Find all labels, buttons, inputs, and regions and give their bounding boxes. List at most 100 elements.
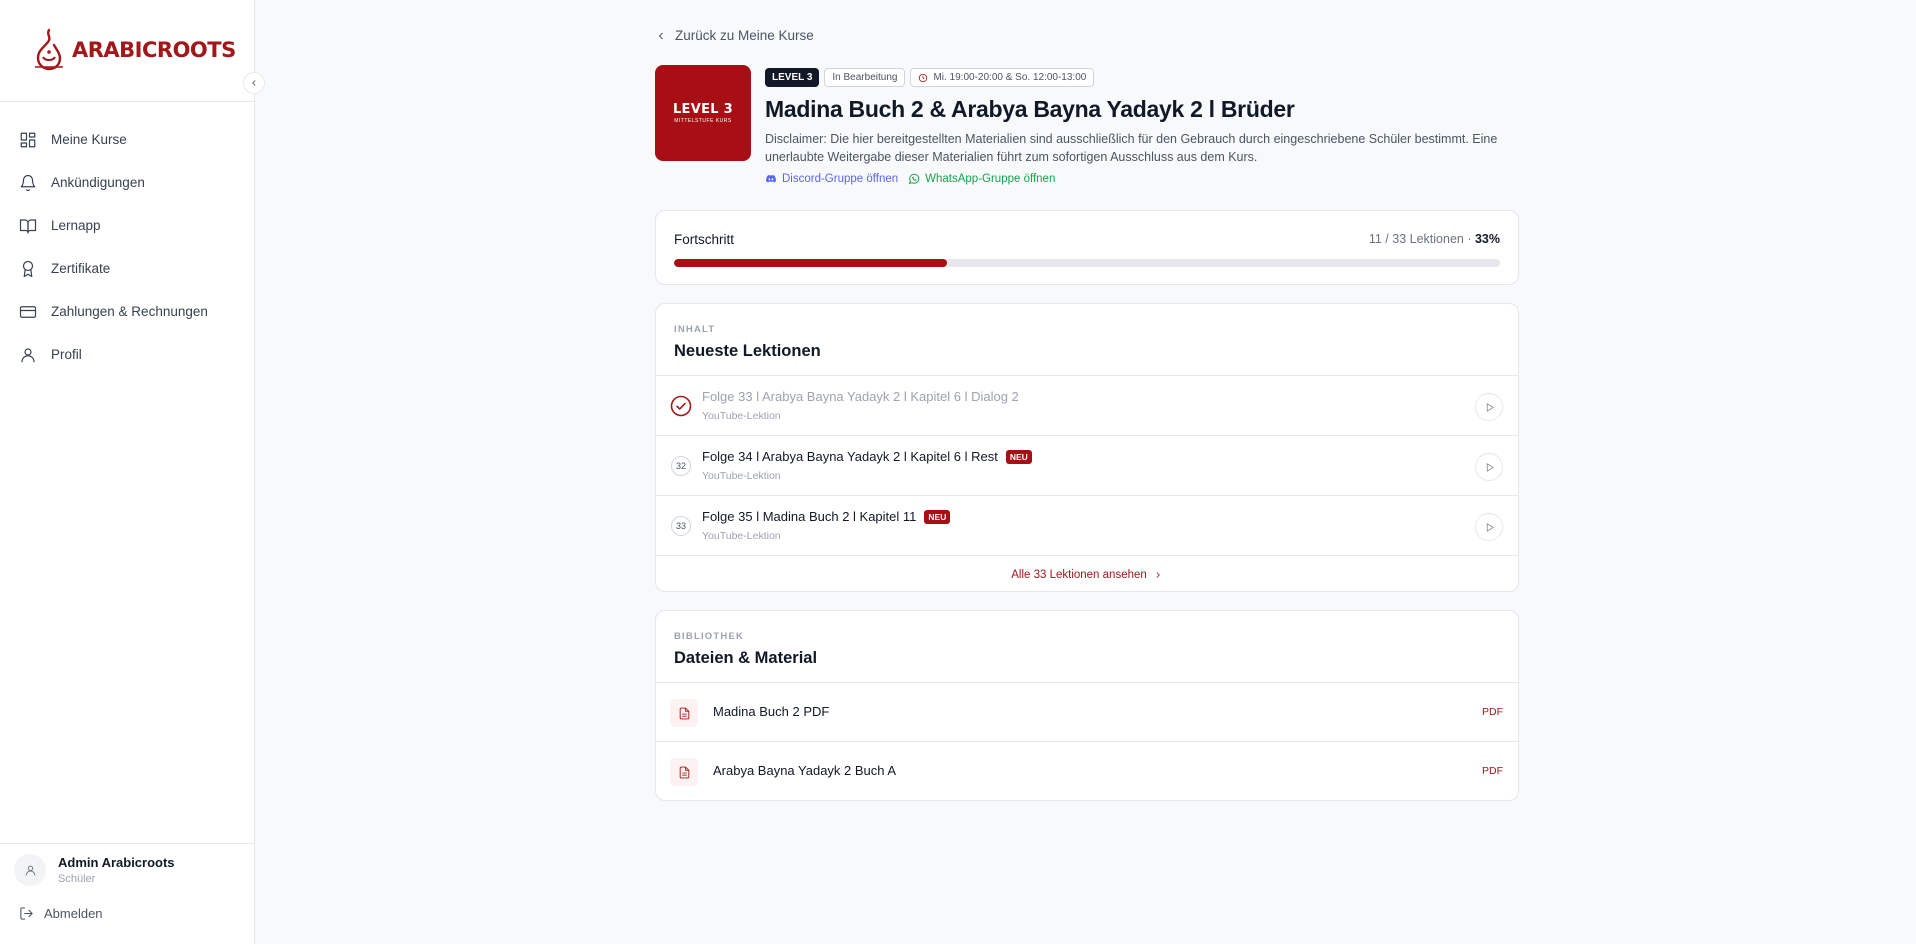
section-title: Dateien & Material: [674, 649, 818, 667]
course-thumbnail: LEVEL 3 MITTELSTUFE KURS: [655, 65, 751, 161]
section-eyebrow: INHALT: [674, 324, 716, 335]
lesson-title: Folge 35 l Madina Buch 2 l Kapitel 11: [702, 509, 917, 524]
logout-icon: [20, 907, 33, 920]
lesson-number: 33: [671, 516, 691, 536]
lesson-title: Folge 34 l Arabya Bayna Yadayk 2 l Kapit…: [702, 449, 998, 464]
progress-bar: [674, 259, 1500, 267]
sidebar-item-label: Lernapp: [51, 218, 101, 233]
group-links: Discord-Gruppe öffnen WhatsApp-Gruppe öf…: [765, 173, 1055, 185]
file-icon: [670, 699, 698, 727]
brand-logo[interactable]: ARABICROOTS: [32, 26, 236, 74]
bell-icon: [20, 174, 36, 191]
user-icon: [21, 347, 35, 362]
file-list: Madina Buch 2 PDF PDF Arabya Bayna Yaday…: [656, 682, 1518, 800]
play-button[interactable]: [1475, 453, 1503, 481]
sidebar-item-ankuendigungen[interactable]: Ankündigungen: [0, 161, 255, 204]
all-lessons-label: Alle 33 Lektionen ansehen: [1011, 568, 1147, 581]
new-badge: NEU: [924, 509, 951, 524]
sidebar: ARABICROOTS Meine Kurse Ankündigungen Le…: [0, 0, 255, 944]
section-eyebrow: BIBLIOTHEK: [674, 631, 745, 642]
user-name: Admin Arabicroots: [58, 855, 175, 870]
file-row[interactable]: Arabya Bayna Yadayk 2 Buch A PDF: [656, 741, 1518, 800]
schedule-badge: Mi. 19:00-20:00 & So. 12:00-13:00: [910, 68, 1095, 87]
lesson-row[interactable]: 32 Folge 34 l Arabya Bayna Yadayk 2 l Ka…: [656, 435, 1518, 495]
file-name: Arabya Bayna Yadayk 2 Buch A: [713, 763, 897, 778]
lesson-type: YouTube-Lektion: [702, 530, 781, 542]
logout-button[interactable]: Abmelden: [19, 906, 103, 921]
collapse-sidebar-button[interactable]: [243, 72, 265, 94]
progress-bar-fill: [674, 259, 947, 267]
level-badge: LEVEL 3: [765, 68, 820, 87]
whatsapp-link[interactable]: WhatsApp-Gruppe öffnen: [908, 173, 1055, 185]
file-type: PDF: [1482, 765, 1503, 777]
sidebar-item-zertifikate[interactable]: Zertifikate: [0, 247, 255, 290]
logout-label: Abmelden: [44, 906, 103, 921]
divider: [0, 101, 255, 102]
whatsapp-link-label: WhatsApp-Gruppe öffnen: [925, 173, 1056, 185]
progress-count: 11 / 33 Lektionen · 33%: [1369, 232, 1500, 246]
course-badges: LEVEL 3 In Bearbeitung Mi. 19:00-20:00 &…: [765, 68, 1095, 87]
sidebar-item-label: Meine Kurse: [51, 132, 127, 147]
document-icon: [679, 707, 689, 719]
disclaimer-text: Disclaimer: Die hier bereitgestellten Ma…: [765, 132, 1498, 164]
lesson-type: YouTube-Lektion: [702, 470, 781, 482]
library-card: BIBLIOTHEK Dateien & Material Madina Buc…: [655, 610, 1519, 801]
user-icon: [25, 865, 35, 875]
play-button[interactable]: [1475, 513, 1503, 541]
lesson-number: 32: [671, 456, 691, 476]
calligraphy-logo-icon: [35, 28, 63, 71]
lesson-title-row: Folge 33 l Arabya Bayna Yadayk 2 l Kapit…: [702, 389, 1019, 404]
lesson-type: YouTube-Lektion: [702, 410, 781, 422]
document-icon: [679, 766, 689, 778]
play-icon: [1486, 522, 1494, 532]
chevron-left-icon: [252, 80, 256, 86]
book-icon: [19, 218, 37, 233]
file-row[interactable]: Madina Buch 2 PDF PDF: [656, 682, 1518, 741]
lesson-row[interactable]: Folge 33 l Arabya Bayna Yadayk 2 l Kapit…: [656, 375, 1518, 435]
award-icon: [22, 260, 34, 277]
back-link[interactable]: Zurück zu Meine Kurse: [655, 28, 814, 43]
sidebar-item-label: Ankündigungen: [51, 175, 145, 190]
lesson-count: 11 / 33 Lektionen ·: [1368, 232, 1472, 246]
sidebar-item-zahlungen[interactable]: Zahlungen & Rechnungen: [0, 290, 255, 333]
sidebar-item-profil[interactable]: Profil: [0, 333, 255, 376]
lesson-list: Folge 33 l Arabya Bayna Yadayk 2 l Kapit…: [656, 375, 1518, 593]
whatsapp-icon: [908, 173, 920, 185]
discord-link[interactable]: Discord-Gruppe öffnen: [765, 173, 898, 185]
play-icon: [1486, 402, 1494, 412]
completed-check-icon: [670, 395, 692, 417]
sidebar-item-label: Zahlungen & Rechnungen: [51, 304, 208, 319]
divider: [0, 843, 255, 844]
clock-icon: [919, 73, 928, 82]
lesson-title-row: Folge 35 l Madina Buch 2 l Kapitel 11 NE…: [702, 509, 951, 524]
back-label: Zurück zu Meine Kurse: [675, 28, 814, 43]
sidebar-item-meine-kurse[interactable]: Meine Kurse: [0, 118, 255, 161]
chevron-right-icon: [1156, 571, 1160, 578]
sidebar-nav: Meine Kurse Ankündigungen Lernapp Zertif…: [0, 118, 255, 376]
new-badge: NEU: [1005, 449, 1032, 464]
user-profile[interactable]: Admin Arabicroots Schüler: [14, 854, 175, 886]
play-button[interactable]: [1475, 393, 1503, 421]
lessons-card: INHALT Neueste Lektionen Folge 33 l Arab…: [655, 303, 1519, 592]
schedule-text: Mi. 19:00-20:00 & So. 12:00-13:00: [933, 72, 1087, 83]
thumbnail-subtitle: MITTELSTUFE KURS: [674, 118, 732, 124]
user-role: Schüler: [58, 873, 96, 885]
sidebar-item-lernapp[interactable]: Lernapp: [0, 204, 255, 247]
discord-link-label: Discord-Gruppe öffnen: [782, 173, 899, 185]
file-type: PDF: [1482, 706, 1503, 718]
play-icon: [1486, 462, 1494, 472]
chevron-left-icon: [658, 32, 663, 39]
status-badge: In Bearbeitung: [824, 68, 906, 87]
progress-label: Fortschritt: [674, 232, 735, 247]
section-title: Neueste Lektionen: [674, 342, 821, 360]
avatar: [14, 854, 46, 886]
file-name: Madina Buch 2 PDF: [713, 704, 830, 719]
all-lessons-link[interactable]: Alle 33 Lektionen ansehen: [656, 555, 1518, 593]
lesson-row[interactable]: 33 Folge 35 l Madina Buch 2 l Kapitel 11…: [656, 495, 1518, 555]
progress-card: Fortschritt 11 / 33 Lektionen · 33%: [655, 210, 1519, 285]
lesson-title-row: Folge 34 l Arabya Bayna Yadayk 2 l Kapit…: [702, 449, 1032, 464]
progress-percent: 33%: [1474, 232, 1500, 246]
file-icon: [670, 758, 698, 786]
thumbnail-title: LEVEL 3: [672, 102, 734, 117]
sidebar-item-label: Profil: [51, 347, 82, 362]
